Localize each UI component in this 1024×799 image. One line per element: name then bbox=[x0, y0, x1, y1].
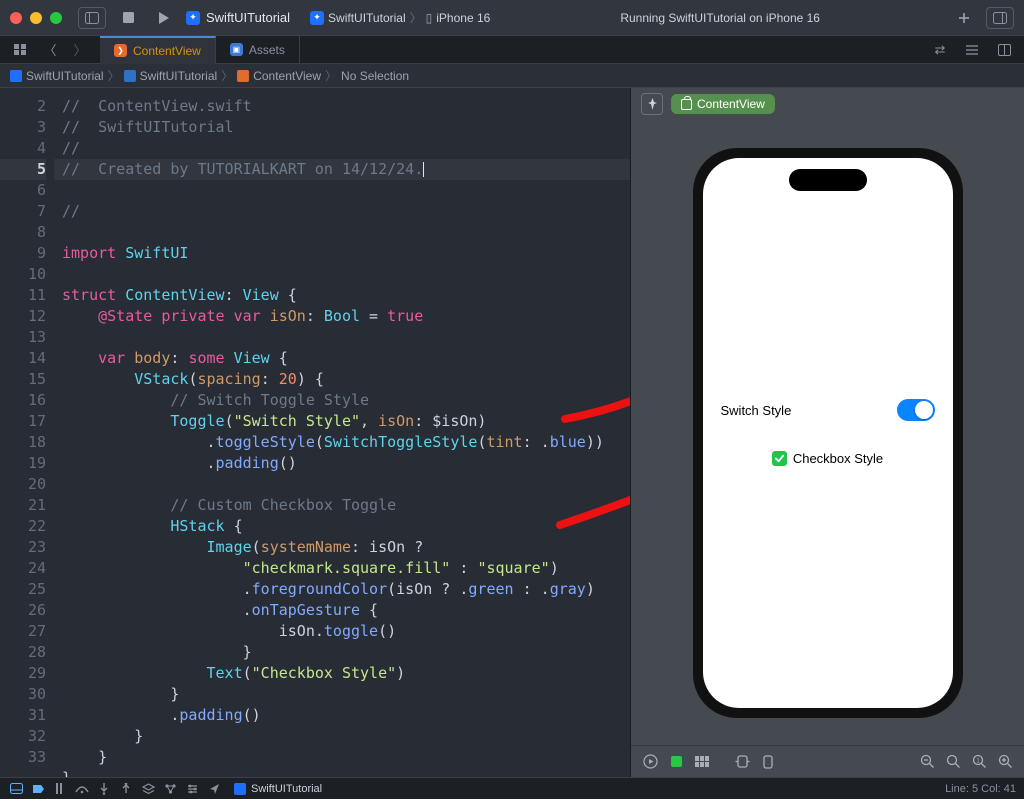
project-title-label: SwiftUITutorial bbox=[206, 10, 290, 25]
selectable-preview-button[interactable] bbox=[665, 752, 687, 772]
cursor-position-label: Line: 5 Col: 41 bbox=[945, 783, 1016, 795]
jumpbar-selection-label: No Selection bbox=[341, 69, 409, 83]
tab-bar: 〈 〉 ❯ ContentView ▣ Assets ⇄ bbox=[0, 36, 1024, 64]
zoom-fit-button[interactable] bbox=[942, 752, 964, 772]
jumpbar-folder-icon bbox=[124, 70, 136, 82]
activity-status: Running SwiftUITutorial on iPhone 16 bbox=[498, 11, 942, 25]
checkbox-toggle[interactable] bbox=[772, 451, 787, 466]
chevron-right-icon: 〉 bbox=[325, 67, 337, 84]
tab-contentview-label: ContentView bbox=[133, 44, 201, 58]
preview-device-button[interactable] bbox=[757, 752, 779, 772]
assets-icon: ▣ bbox=[230, 43, 243, 56]
scheme-target-label: SwiftUITutorial bbox=[328, 11, 406, 25]
related-items-button[interactable] bbox=[6, 39, 34, 61]
jump-bar[interactable]: SwiftUITutorial 〉 SwiftUITutorial 〉 Cont… bbox=[0, 64, 1024, 88]
debug-process[interactable]: SwiftUITutorial bbox=[234, 783, 322, 795]
app-content: Switch Style Checkbox Style bbox=[703, 158, 953, 708]
checkbox-row: Checkbox Style bbox=[715, 451, 941, 466]
pin-preview-button[interactable] bbox=[641, 93, 663, 115]
debug-process-label: SwiftUITutorial bbox=[251, 783, 322, 795]
tab-contentview[interactable]: ❯ ContentView bbox=[100, 36, 216, 64]
window-toolbar: ✦ SwiftUITutorial ✦ SwiftUITutorial 〉 ▯ … bbox=[0, 0, 1024, 36]
adjust-editor-options-button[interactable] bbox=[958, 39, 986, 61]
nav-back-button[interactable]: 〈 bbox=[36, 39, 64, 61]
chevron-right-icon: 〉 bbox=[221, 67, 233, 84]
zoom-window-button[interactable] bbox=[50, 12, 62, 24]
toggle-navigator-button[interactable] bbox=[78, 7, 106, 29]
main-split: 2345678910111213141516171819202122232425… bbox=[0, 88, 1024, 777]
xcode-project-icon: ✦ bbox=[186, 11, 200, 25]
project-title: ✦ SwiftUITutorial bbox=[186, 10, 290, 25]
scheme-separator-icon: 〉 bbox=[410, 9, 422, 26]
breakpoints-button[interactable] bbox=[30, 781, 46, 797]
preview-selector-label: ContentView bbox=[697, 97, 765, 111]
device-settings-button[interactable] bbox=[731, 752, 753, 772]
step-over-button[interactable] bbox=[74, 781, 90, 797]
switch-toggle[interactable] bbox=[897, 399, 935, 421]
preview-pane: ContentView Switch Style bbox=[630, 88, 1024, 777]
cursor-position: Line: 5 Col: 41 bbox=[945, 783, 1016, 795]
debug-view-hierarchy-button[interactable] bbox=[140, 781, 156, 797]
switch-toggle-row: Switch Style bbox=[715, 399, 941, 421]
preview-selector[interactable]: ContentView bbox=[671, 94, 775, 114]
phone-icon: ▯ bbox=[426, 11, 433, 25]
zoom-out-button[interactable] bbox=[916, 752, 938, 772]
zoom-in-button[interactable] bbox=[994, 752, 1016, 772]
jumpbar-project-icon bbox=[10, 70, 22, 82]
checkbox-label: Checkbox Style bbox=[793, 451, 883, 466]
simulate-location-button[interactable] bbox=[206, 781, 222, 797]
environment-overrides-button[interactable] bbox=[184, 781, 200, 797]
continue-button[interactable] bbox=[52, 781, 68, 797]
enable-code-review-button[interactable]: ⇄ bbox=[926, 39, 954, 61]
stop-button[interactable] bbox=[114, 7, 142, 29]
scheme-target-icon: ✦ bbox=[310, 11, 324, 25]
add-editor-button[interactable] bbox=[990, 39, 1018, 61]
preview-provider-icon bbox=[681, 99, 692, 110]
chevron-right-icon: 〉 bbox=[108, 67, 120, 84]
zoom-actual-button[interactable]: 1 bbox=[968, 752, 990, 772]
toggle-debug-area-button[interactable] bbox=[8, 781, 24, 797]
swift-file-icon: ❯ bbox=[114, 44, 127, 57]
traffic-lights bbox=[10, 12, 62, 24]
jumpbar-file-label: ContentView bbox=[253, 69, 321, 83]
code-editor[interactable]: 2345678910111213141516171819202122232425… bbox=[0, 88, 630, 777]
scheme-device-label: iPhone 16 bbox=[436, 11, 490, 25]
canvas-toolbar-bottom: 1 bbox=[631, 745, 1024, 777]
tab-assets[interactable]: ▣ Assets bbox=[216, 36, 300, 64]
editor-code-area[interactable]: // ContentView.swift // SwiftUITutorial … bbox=[54, 88, 630, 777]
variants-button[interactable] bbox=[691, 752, 713, 772]
switch-label: Switch Style bbox=[721, 403, 792, 418]
minimize-window-button[interactable] bbox=[30, 12, 42, 24]
activity-status-label: Running SwiftUITutorial on iPhone 16 bbox=[620, 11, 820, 25]
library-button[interactable] bbox=[950, 7, 978, 29]
device-screen: Switch Style Checkbox Style bbox=[703, 158, 953, 708]
run-button[interactable] bbox=[150, 7, 178, 29]
debug-memory-graph-button[interactable] bbox=[162, 781, 178, 797]
nav-forward-button[interactable]: 〉 bbox=[66, 39, 94, 61]
scheme-selector[interactable]: ✦ SwiftUITutorial 〉 ▯ iPhone 16 bbox=[310, 9, 490, 26]
step-out-button[interactable] bbox=[118, 781, 134, 797]
swift-file-icon bbox=[237, 70, 249, 82]
toggle-inspector-button[interactable] bbox=[986, 7, 1014, 29]
tab-assets-label: Assets bbox=[249, 43, 285, 57]
debug-bar: SwiftUITutorial Line: 5 Col: 41 bbox=[0, 777, 1024, 799]
jumpbar-project-label: SwiftUITutorial bbox=[26, 69, 104, 83]
jumpbar-folder-label: SwiftUITutorial bbox=[140, 69, 218, 83]
editor-gutter: 2345678910111213141516171819202122232425… bbox=[0, 88, 54, 777]
step-into-button[interactable] bbox=[96, 781, 112, 797]
device-frame: Switch Style Checkbox Style bbox=[693, 148, 963, 718]
close-window-button[interactable] bbox=[10, 12, 22, 24]
live-preview-button[interactable] bbox=[639, 752, 661, 772]
xcode-project-icon bbox=[234, 783, 246, 795]
canvas-toolbar-top: ContentView bbox=[631, 88, 1024, 120]
preview-canvas[interactable]: Switch Style Checkbox Style bbox=[631, 120, 1024, 745]
